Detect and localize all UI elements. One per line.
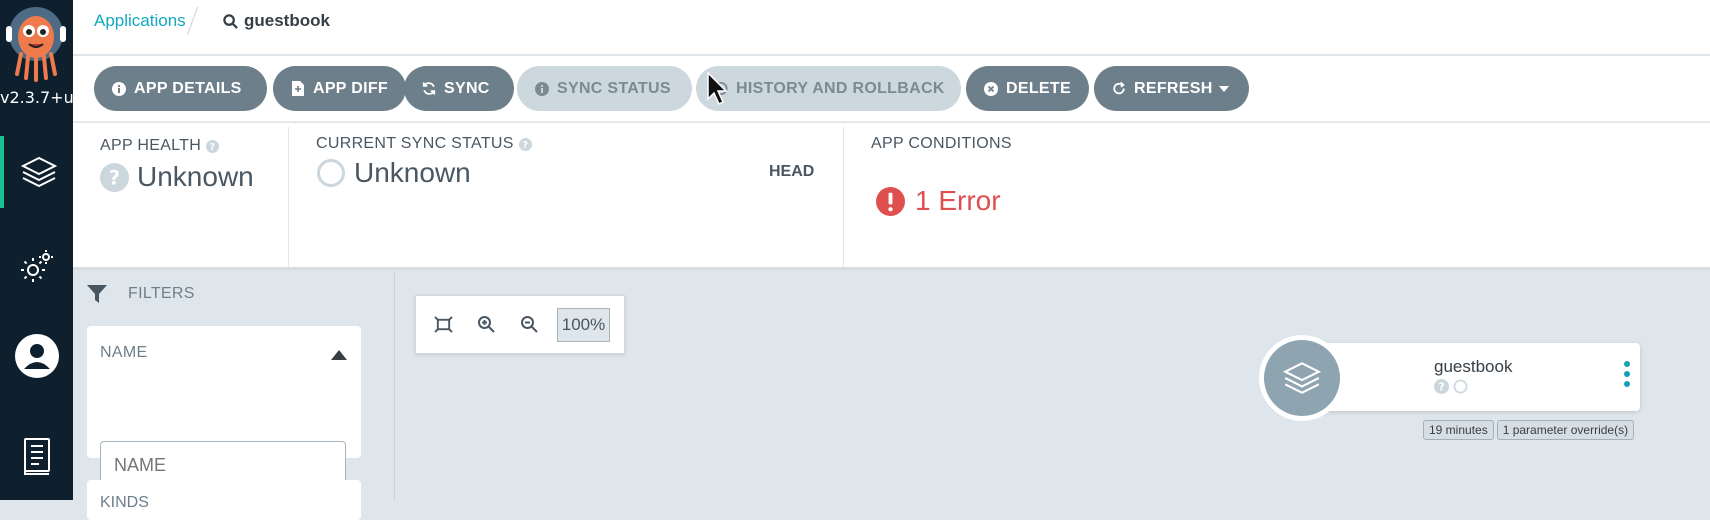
applications-icon [1281, 357, 1323, 399]
user-icon [14, 333, 60, 379]
application-node[interactable]: guestbook ? 19 minutes 1 parame [1259, 343, 1657, 448]
app-conditions-label: APP CONDITIONS [871, 135, 1012, 153]
resource-tree-canvas[interactable]: 100% guestbook ? 19 [396, 272, 1710, 500]
health-unknown-icon: ? [1434, 379, 1449, 394]
status-panel: APP HEALTH ? ? Unknown CURRENT SYNC STAT… [73, 123, 1710, 270]
zoom-in-button[interactable] [475, 313, 497, 335]
node-tag-age: 19 minutes [1423, 420, 1494, 440]
app-conditions-error-text: 1 Error [915, 185, 1001, 217]
file-diff-icon [291, 82, 305, 96]
collapse-caret-icon[interactable] [331, 350, 347, 360]
settings-icon [17, 246, 57, 286]
app-details-button[interactable]: APP DETAILS [94, 66, 267, 111]
history-rollback-button[interactable]: HISTORY AND ROLLBACK [696, 66, 961, 111]
refresh-icon [1112, 82, 1126, 96]
application-icon-bg [1264, 340, 1340, 416]
kebab-dot [1624, 381, 1630, 387]
node-name: guestbook [1434, 357, 1512, 377]
sync-button[interactable]: SYNC [404, 66, 514, 111]
exclamation-circle-icon [876, 187, 905, 216]
filters-sidebar: FILTERS NAME KINDS [73, 272, 395, 500]
filter-icon [86, 283, 108, 305]
info-icon [112, 82, 126, 96]
top-bar: Applications guestbook [73, 0, 1710, 55]
name-filter-header: NAME [100, 344, 147, 362]
caret-down-icon [1219, 86, 1229, 92]
revision-head-label: HEAD [769, 163, 814, 181]
zoom-out-icon [520, 315, 538, 333]
sync-icon [422, 82, 436, 96]
application-node-card[interactable]: guestbook ? [1317, 343, 1640, 411]
app-health-value-text: Unknown [137, 161, 254, 193]
docs-icon [20, 436, 54, 476]
version-label: v2.3.7+u [0, 88, 73, 107]
kinds-filter-header: KINDS [100, 494, 149, 512]
filters-header[interactable]: FILTERS [86, 283, 195, 305]
nav-settings[interactable] [0, 230, 73, 302]
help-icon[interactable]: ? [519, 138, 532, 151]
sync-unknown-icon [316, 158, 346, 188]
breadcrumb-separator [187, 7, 198, 36]
info-icon [535, 82, 549, 96]
app-health-value[interactable]: ? Unknown [100, 161, 254, 193]
kinds-filter-card[interactable]: KINDS [87, 480, 361, 520]
refresh-button[interactable]: REFRESH [1094, 66, 1249, 111]
nav-user-info[interactable] [0, 320, 73, 392]
app-diff-label: APP DIFF [313, 80, 388, 98]
sync-status-value[interactable]: Unknown [316, 157, 471, 189]
name-filter-card: NAME [87, 326, 361, 458]
filters-title-text: FILTERS [128, 285, 195, 303]
node-tags: 19 minutes 1 parameter override(s) [1423, 420, 1634, 440]
app-diff-button[interactable]: APP DIFF [273, 66, 406, 111]
sync-status-button[interactable]: SYNC STATUS [517, 66, 692, 111]
sync-status-label: CURRENT SYNC STATUS ? [316, 135, 532, 153]
times-circle-icon [984, 82, 998, 96]
node-status-icons: ? [1434, 379, 1468, 394]
help-icon[interactable]: ? [206, 140, 219, 153]
refresh-label: REFRESH [1134, 80, 1213, 98]
app-details-label: APP DETAILS [134, 80, 242, 98]
sync-status-label-text: CURRENT SYNC STATUS [316, 135, 514, 153]
nav-docs[interactable] [0, 420, 73, 492]
history-rollback-label: HISTORY AND ROLLBACK [736, 80, 945, 98]
applications-icon [19, 152, 59, 192]
action-toolbar: APP DETAILS APP DIFF SYNC SYNC STATUS HI… [73, 56, 1710, 122]
column-divider [288, 127, 289, 267]
side-nav: v2.3.7+u [0, 0, 73, 500]
application-node-icon [1259, 335, 1345, 421]
zoom-toolbar: 100% [415, 295, 625, 354]
zoom-in-icon [477, 315, 495, 333]
svg-text:?: ? [522, 140, 528, 151]
column-divider [843, 127, 844, 267]
app-conditions-error[interactable]: 1 Error [876, 185, 1001, 217]
app-health-label-text: APP HEALTH [100, 137, 201, 155]
delete-button[interactable]: DELETE [966, 66, 1089, 111]
svg-text:?: ? [210, 142, 216, 153]
breadcrumb-current: guestbook [223, 11, 330, 31]
svg-text:?: ? [1439, 382, 1445, 394]
zoom-out-button[interactable] [518, 313, 540, 335]
zoom-level: 100% [557, 308, 610, 342]
breadcrumb-applications-link[interactable]: Applications [94, 11, 186, 31]
sync-unknown-icon [1453, 379, 1468, 394]
argo-logo[interactable] [4, 4, 68, 82]
nav-applications[interactable] [0, 136, 73, 208]
sync-status-value-text: Unknown [354, 157, 471, 189]
kebab-dot [1624, 361, 1630, 367]
sync-status-label: SYNC STATUS [557, 80, 671, 98]
sync-label: SYNC [444, 80, 490, 98]
app-health-label: APP HEALTH ? [100, 137, 219, 155]
svg-text:?: ? [109, 166, 120, 189]
expand-icon [434, 316, 453, 333]
breadcrumb-current-label: guestbook [244, 11, 330, 31]
health-unknown-icon: ? [100, 163, 129, 192]
pointer-cursor-icon [707, 72, 729, 106]
node-tag-overrides: 1 parameter override(s) [1497, 420, 1634, 440]
kebab-dot [1624, 371, 1630, 377]
search-icon [223, 14, 238, 29]
fit-to-screen-button[interactable] [432, 313, 454, 335]
mouse-cursor [707, 72, 729, 111]
node-menu-button[interactable] [1624, 361, 1630, 387]
delete-label: DELETE [1006, 80, 1071, 98]
